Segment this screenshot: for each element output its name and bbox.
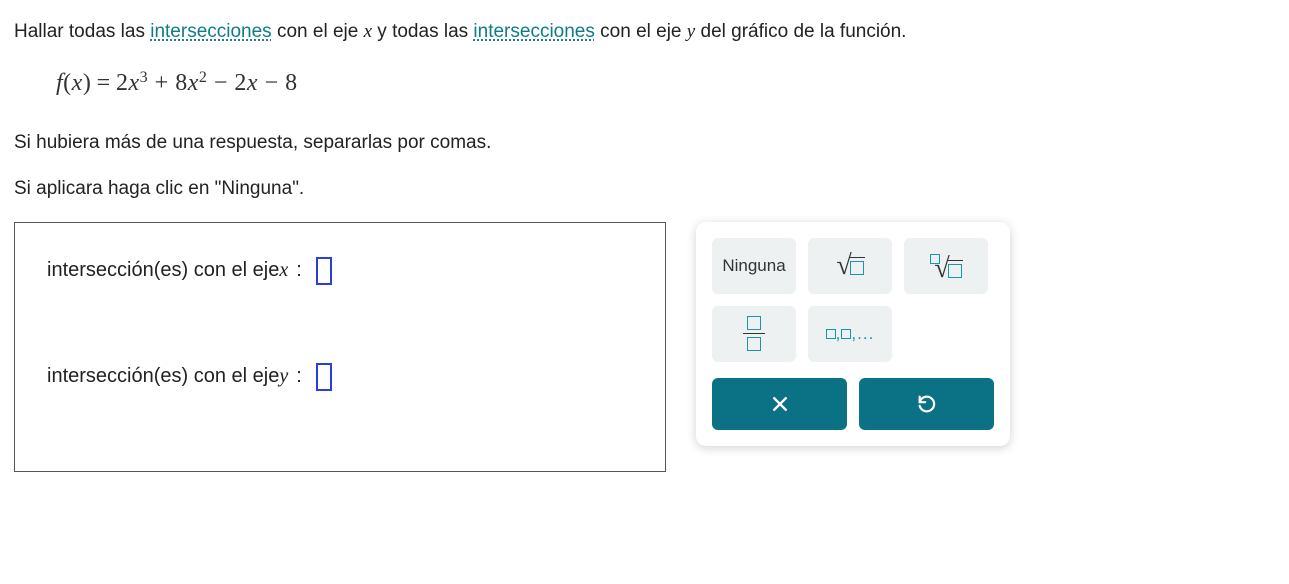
x-label-var: x — [279, 259, 288, 282]
f-t2c: 8 — [175, 70, 188, 96]
keypad-list-button[interactable]: ,,... — [808, 306, 892, 362]
x-colon: : — [296, 259, 302, 282]
function-formula: f(x) = 2x3 + 8x2 − 2x − 8 — [56, 65, 1271, 101]
q-note1: Si hubiera más de una respuesta, separar… — [14, 129, 1271, 158]
y-intercept-input[interactable] — [316, 363, 332, 391]
q-mid3: con el eje — [595, 21, 687, 42]
q-end: del gráfico de la función. — [695, 21, 906, 42]
q-mid2: y todas las — [372, 21, 473, 42]
f-plus1: + — [148, 70, 175, 96]
f-t4: 8 — [285, 70, 298, 96]
f-t1e: 3 — [140, 69, 149, 86]
link-intersecciones-1[interactable]: intersecciones — [150, 21, 271, 42]
answer-panel: intersección(es) con el eje x : intersec… — [14, 222, 666, 472]
q-mid1: con el eje — [272, 21, 364, 42]
keypad-fraction-button[interactable] — [712, 306, 796, 362]
y-label-var: y — [279, 365, 288, 388]
f-t1v: x — [129, 70, 140, 96]
x-intercept-row: intersección(es) con el eje x : — [47, 257, 637, 285]
question-sentence: Hallar todas las intersecciones con el e… — [14, 18, 1271, 47]
keypad-ninguna-label: Ninguna — [722, 256, 785, 276]
fraction-icon — [743, 316, 765, 352]
keypad-nthroot-button[interactable]: √ — [904, 238, 988, 294]
f-x: x — [72, 70, 83, 96]
keypad-panel: Ninguna √ √ — [696, 222, 1010, 446]
undo-icon — [916, 393, 938, 415]
x-intercept-input[interactable] — [316, 257, 332, 285]
q-pre: Hallar todas las — [14, 21, 150, 42]
y-colon: : — [296, 365, 302, 388]
f-open: ( — [63, 70, 72, 96]
list-icon: ,,... — [826, 324, 875, 344]
q-axis-y: y — [687, 21, 695, 42]
y-intercept-row: intersección(es) con el eje y : — [47, 363, 637, 391]
keypad-clear-button[interactable] — [712, 378, 847, 430]
f-minus2: − — [258, 70, 285, 96]
x-label-pre: intersección(es) con el eje — [47, 259, 279, 282]
f-minus1: − — [207, 70, 234, 96]
f-t1c: 2 — [116, 70, 129, 96]
f-t2v: x — [188, 70, 199, 96]
q-note2: Si aplicara haga clic en "Ninguna". — [14, 175, 1271, 204]
keypad-undo-button[interactable] — [859, 378, 994, 430]
nthroot-icon: √ — [930, 249, 961, 283]
sqrt-icon: √ — [836, 252, 863, 280]
f-t3v: x — [247, 70, 258, 96]
close-icon — [770, 394, 790, 414]
keypad-sqrt-button[interactable]: √ — [808, 238, 892, 294]
f-eq: = — [97, 70, 111, 96]
keypad-ninguna-button[interactable]: Ninguna — [712, 238, 796, 294]
f-t3c: 2 — [234, 70, 247, 96]
q-axis-x: x — [364, 21, 372, 42]
y-label-pre: intersección(es) con el eje — [47, 365, 279, 388]
link-intersecciones-2[interactable]: intersecciones — [473, 21, 594, 42]
